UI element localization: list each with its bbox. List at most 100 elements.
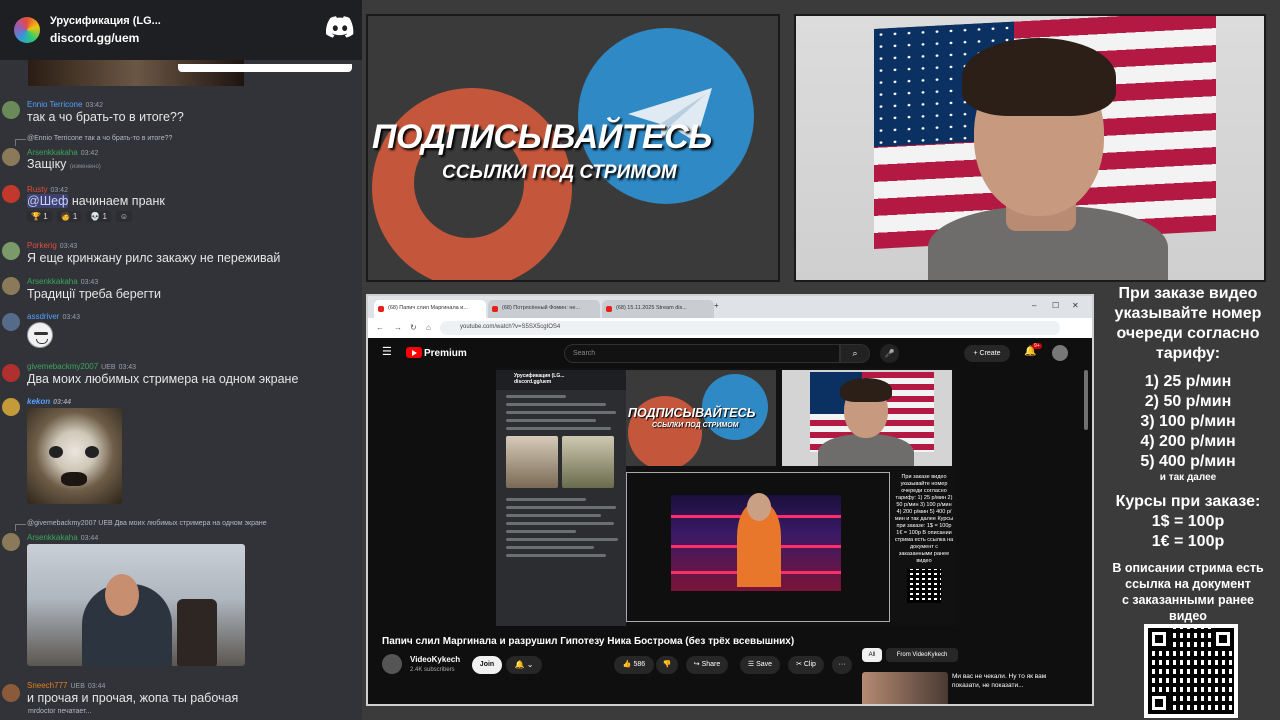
channel-name[interactable]: VideoKykech [410,655,460,664]
reaction[interactable]: 🏆 1 [27,211,52,222]
join-button[interactable]: Join [472,656,502,674]
add-reaction-icon[interactable]: ☺ [115,211,133,222]
minimize-button[interactable]: – [1032,301,1036,310]
doc-note-line: с заказанными ранее [1121,593,1254,607]
video-inner-browser [626,472,890,622]
username-text[interactable]: assdriver [27,312,59,321]
close-window-button[interactable]: ✕ [1072,301,1079,310]
browser-tab[interactable]: (68) 15.11.2025 Stream dis... [602,300,714,318]
reaction-count: 1 [43,212,48,221]
more-actions-button[interactable]: ··· [832,656,852,674]
chat-username[interactable]: assdriver 03:43 [27,312,80,321]
username-text[interactable]: Sneech777 [27,681,67,690]
like-button[interactable]: 👍 586 [614,656,654,674]
create-button[interactable]: + Create [964,345,1010,362]
username-text[interactable]: givemebackmy2007 [27,362,98,371]
discord-header: Урусификация (LG... discord.gg/uem [0,0,362,60]
message-text: @Шеф начинаем пранк [27,194,165,208]
avatar[interactable] [2,684,20,702]
avatar[interactable] [2,398,20,416]
username-text[interactable]: Ennio Terricone [27,100,82,109]
info-intro-line: тарифу: [1155,345,1221,362]
save-button[interactable]: ☰ Save [740,656,780,674]
rate-line: 1$ = 100р [1151,513,1225,530]
username-text[interactable]: Arsenkkakaha [27,277,78,286]
back-icon[interactable]: ← [376,323,384,332]
message-text: Я еще кринжану рилс закажу не переживай [27,251,281,265]
chat-image-laughing-man[interactable] [27,544,245,666]
scrollbar[interactable] [1084,370,1088,430]
username-text[interactable]: Arsenkkakaha [27,148,78,157]
youtube-logo-icon[interactable] [406,347,422,358]
mention[interactable]: @Шеф [27,194,69,208]
tv-host-head [747,493,771,521]
tab-bar: (68) Папич слил Маргинала и... (68) Потр… [368,296,1092,318]
username-text[interactable]: Porkerig [27,241,57,250]
share-label: Share [701,661,721,668]
reaction-count: 1 [102,212,107,221]
timestamp: 03:43 [80,279,99,286]
browser-tab[interactable]: (68) Потрясённый Фомин: не... [488,300,600,318]
reply-preview[interactable]: @Ennio Terricone так а чо брать-то в ито… [14,135,172,146]
url-input[interactable]: youtube.com/watch?v=S5SX5cgIOS4 [440,321,1060,335]
youtube-header: ☰ Premium Search ⌕ 🎤 + Create 🔔 9+ [368,338,1092,368]
chip-all[interactable]: All [862,648,882,662]
chat-username[interactable]: Arsenkkakaha 03:42 [27,148,98,157]
youtube-brand[interactable]: Premium [424,348,467,359]
menu-icon[interactable]: ☰ [382,345,392,358]
banner-subtitle: ССЫЛКИ ПОД СТРИМОМ [442,162,677,183]
video-player[interactable]: Урусификация (LG... discord.gg/uem ПОДПИ… [496,368,956,626]
channel-avatar[interactable] [382,654,402,674]
timestamp: 03:43 [62,314,80,321]
avatar[interactable] [2,277,20,295]
maximize-button[interactable]: ☐ [1052,301,1059,310]
message-body: Защіку [27,157,67,171]
recommended-title[interactable]: Ми вас не чекали. Ну то як вам показати,… [952,672,1062,690]
timestamp: 03:42 [80,150,99,157]
new-tab-button[interactable]: + [714,301,719,310]
chat-username[interactable]: Arsenkkakaha 03:44 [27,533,98,542]
image-detail [49,446,63,458]
reaction[interactable]: 🧑 1 [56,211,82,222]
chat-image-monkey[interactable] [27,408,122,504]
account-avatar[interactable] [1052,345,1068,361]
dislike-button[interactable]: 👎 [656,656,678,674]
mic-icon[interactable]: 🎤 [880,344,899,363]
timestamp: 03:44 [87,683,106,690]
avatar[interactable] [2,533,20,551]
chat-username[interactable]: Arsenkkakaha 03:43 [27,277,98,286]
username-text[interactable]: kekon [27,397,50,406]
avatar[interactable] [2,148,20,166]
chat-username[interactable]: Sneech777 UEB 03:44 [27,681,105,690]
avatar[interactable] [2,242,20,260]
reaction[interactable]: 💀 1 [86,211,111,222]
reply-preview[interactable]: @givemebackmy2007 UEB Два моих любимых с… [15,520,267,531]
banner-title: ПОДПИСЫВАЙТЕСЬ [372,118,712,156]
avatar[interactable] [2,101,20,119]
home-icon[interactable]: ⌂ [426,323,431,332]
share-button[interactable]: ↪ Share [686,656,728,674]
username-text[interactable]: Arsenkkakaha [27,533,78,542]
qr-finder [1148,692,1170,714]
chat-username[interactable]: kekon 03:44 [27,397,71,406]
chip-from-channel[interactable]: From VideoKykech [886,648,958,662]
search-icon[interactable]: ⌕ [840,344,870,363]
subscribed-bell-button[interactable]: 🔔 ⌄ [506,656,542,674]
avatar[interactable] [2,313,20,331]
search-input[interactable]: Search [564,344,840,363]
recommended-thumbnail[interactable] [862,672,948,704]
avatar[interactable] [2,185,20,203]
clip-label: Clip [803,661,816,668]
chat-username[interactable]: Ennio Terricone 03:42 [27,100,103,109]
chat-username[interactable]: Porkerig 03:43 [27,241,77,250]
chat-username[interactable]: givemebackmy2007 UEB 03:43 [27,362,136,371]
username-text[interactable]: Rusty [27,185,47,194]
avatar[interactable] [2,364,20,382]
reload-icon[interactable]: ↻ [410,323,417,332]
image-detail [61,472,87,486]
clip-button[interactable]: ✂ Clip [788,656,824,674]
browser-tab[interactable]: (68) Папич слил Маргинала и... [374,300,486,318]
image-detail [177,599,217,666]
chat-username[interactable]: Rusty 03:42 [27,185,68,194]
forward-icon[interactable]: → [394,323,402,332]
